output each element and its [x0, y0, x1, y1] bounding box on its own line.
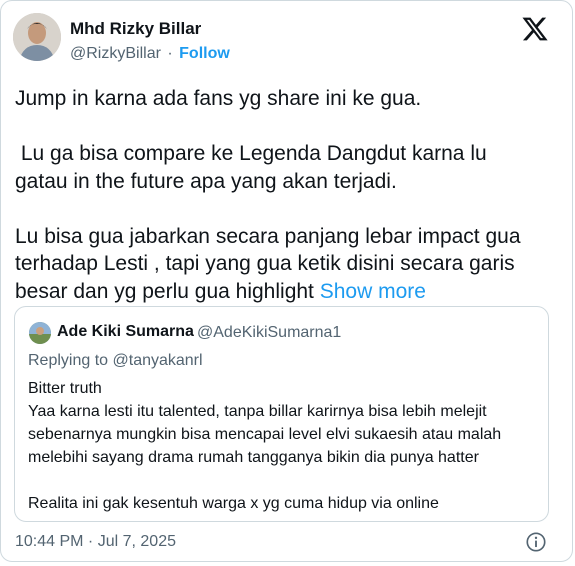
quoted-avatar-photo [29, 322, 51, 344]
quoted-line: melebihi sayang drama rumah tangganya bi… [28, 449, 479, 466]
tweet-card: Mhd Rizky Billar @RizkyBillar · Follow J… [0, 0, 573, 562]
quoted-author-name[interactable]: Ade Kiki Sumarna [57, 323, 194, 341]
avatar-photo [13, 13, 61, 61]
author-name[interactable]: Mhd Rizky Billar [70, 19, 201, 39]
author-handle-line: @RizkyBillar · Follow [70, 45, 230, 63]
quoted-line: sebenarnya mungkin bisa mencapai level e… [28, 426, 502, 443]
quoted-line: Bitter truth [28, 380, 102, 397]
quoted-line: Realita ini gak kesentuh warga x yg cuma… [28, 495, 439, 512]
author-handle[interactable]: @RizkyBillar [70, 45, 161, 62]
tweet-body: Jump in karna ada fans yg share ini ke g… [15, 85, 555, 305]
info-icon[interactable] [525, 531, 547, 553]
separator-dot: · [167, 45, 173, 62]
tweet-line-3: Lu bisa gua jabarkan secara panjang leba… [15, 224, 521, 303]
show-more-link[interactable]: Show more [320, 280, 426, 303]
replying-to-mention[interactable]: @tanyakanrl [113, 352, 203, 369]
quoted-author-handle[interactable]: @AdeKikiSumarna1 [197, 324, 341, 342]
quoted-tweet[interactable]: Ade Kiki Sumarna @AdeKikiSumarna1 Replyi… [14, 306, 549, 522]
tweet-line-1: Jump in karna ada fans yg share ini ke g… [15, 87, 422, 110]
quoted-tweet-body: Bitter truth Yaa karna lesti itu talente… [28, 377, 538, 515]
follow-button[interactable]: Follow [179, 45, 230, 62]
quoted-line: Yaa karna lesti itu talented, tanpa bill… [28, 403, 487, 420]
replying-to-prefix: Replying to [28, 352, 113, 369]
tweet-line-2: Lu ga bisa compare ke Legenda Dangdut ka… [15, 142, 487, 193]
tweet-timestamp[interactable]: 10:44 PM · Jul 7, 2025 [15, 533, 176, 551]
replying-to-line: Replying to @tanyakanrl [28, 352, 203, 370]
x-logo-icon[interactable] [520, 15, 550, 43]
author-avatar[interactable] [13, 13, 61, 61]
quoted-author-avatar[interactable] [29, 322, 51, 344]
